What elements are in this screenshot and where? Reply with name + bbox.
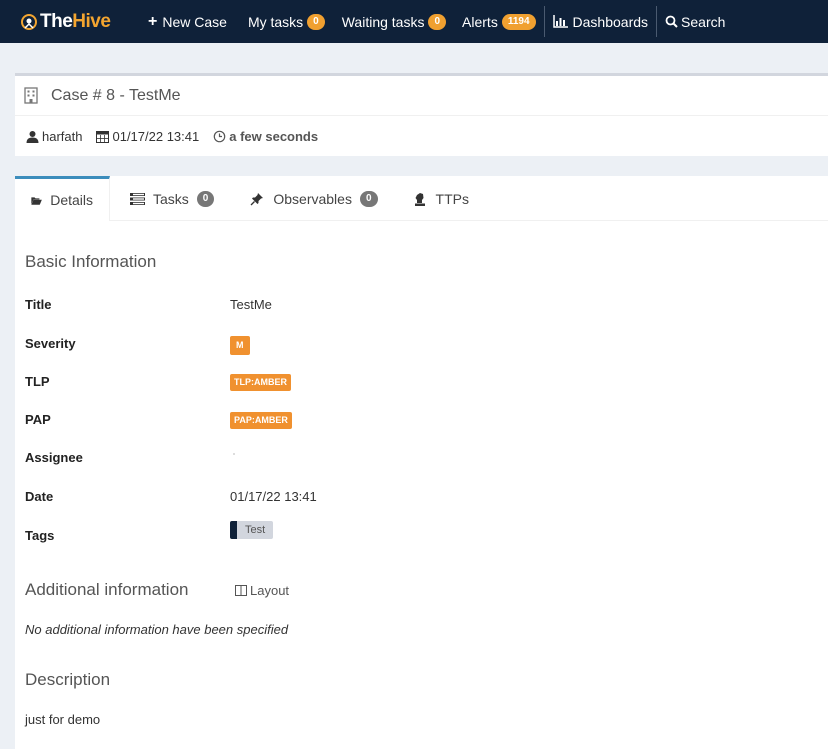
dashboards-label: Dashboards [572,13,649,30]
tlp-badge[interactable]: TLP:AMBER [230,374,291,391]
tab-tasks-label: Tasks [153,190,189,207]
clock-icon [213,130,226,142]
waiting-tasks-link[interactable]: Waiting tasks 0 [341,0,447,43]
tasks-icon [130,192,145,205]
assignee-value[interactable] [233,453,235,455]
description-text: just for demo [25,712,101,727]
tag-label: Test [237,521,274,539]
severity-label: Severity [25,336,76,351]
case-author-name: harfath [42,128,83,144]
tab-ttps-label: TTPs [435,190,469,207]
tasks-count-badge: 0 [196,190,215,207]
plus-icon: + [148,12,158,30]
tab-details-label: Details [50,192,93,208]
brand-logo[interactable]: The Hive [20,0,142,43]
pap-label: PAP [25,412,51,427]
tag-chip[interactable]: Test [230,521,274,539]
waiting-tasks-count-badge: 0 [428,13,447,30]
additional-information-heading: Additional information [25,580,189,599]
folder-open-icon [31,196,42,205]
my-tasks-link[interactable]: My tasks 0 [248,0,325,43]
case-date-value: 01/17/22 13:41 [112,128,200,144]
alerts-label: Alerts [462,13,498,30]
severity-badge[interactable]: M [230,336,250,355]
no-additional-info-note: No additional information have been spec… [25,622,289,637]
tags-label: Tags [25,528,55,543]
waiting-tasks-label: Waiting tasks [341,13,425,30]
case-date: 01/17/22 13:41 [96,129,199,144]
case-age-value: a few seconds [229,128,319,144]
tab-tasks[interactable]: Tasks 0 [110,176,230,221]
description-heading: Description [25,670,111,689]
hive-logo-icon [21,13,37,30]
top-navbar: The Hive + New Case My tasks 0 Waiting ta… [0,0,828,43]
my-tasks-count-badge: 0 [307,13,325,30]
dashboards-link[interactable]: Dashboards [552,0,649,43]
title-value[interactable]: TestMe [230,297,272,312]
columns-icon [235,585,247,596]
case-title-row: Case # 8 - TestMe [15,76,828,116]
alerts-link[interactable]: Alerts 1194 [462,0,536,43]
tab-observables-label: Observables [273,190,352,207]
tlp-label: TLP [25,374,50,389]
tab-details[interactable]: Details [15,176,110,221]
building-icon [24,87,38,104]
tab-ttps[interactable]: TTPs [394,176,485,221]
observables-count-badge: 0 [359,190,378,207]
brand-text-the: The [40,10,73,32]
case-age: a few seconds [213,129,318,144]
pushpin-icon [250,192,264,205]
new-case-button[interactable]: + New Case [148,0,227,43]
layout-label: Layout [250,583,290,598]
my-tasks-label: My tasks [247,13,304,30]
brand-text-hive: Hive [72,10,111,32]
bar-chart-icon [552,15,568,28]
chess-knight-icon [414,192,425,206]
calendar-icon [96,130,110,143]
tab-observables[interactable]: Observables 0 [230,176,393,221]
case-author: harfath [26,129,82,144]
nav-divider [543,6,545,37]
basic-information-heading: Basic Information [25,252,157,271]
case-details-panel: Details Tasks 0 Observables 0 TTPs Basic… [15,176,828,749]
title-label: Title [25,297,52,312]
user-icon [26,130,39,143]
date-label: Date [25,489,54,504]
alerts-count-badge: 1194 [501,13,536,30]
case-header-card: Case # 8 - TestMe harfath 01/17/22 13:41 [15,73,828,156]
search-icon [665,15,678,28]
case-tabs: Details Tasks 0 Observables 0 TTPs [15,176,828,221]
search-label: Search [681,13,726,30]
search-link[interactable]: Search [665,0,725,43]
layout-button[interactable]: Layout [235,583,289,598]
date-value: 01/17/22 13:41 [230,489,317,504]
pap-badge[interactable]: PAP:AMBER [230,412,292,429]
nav-divider [656,6,658,37]
case-title: Case # 8 - TestMe [51,86,181,104]
tag-color-bar [230,521,237,539]
assignee-label: Assignee [25,450,83,465]
case-meta-row: harfath 01/17/22 13:41 a few seconds [15,116,828,156]
new-case-label: New Case [162,13,227,30]
